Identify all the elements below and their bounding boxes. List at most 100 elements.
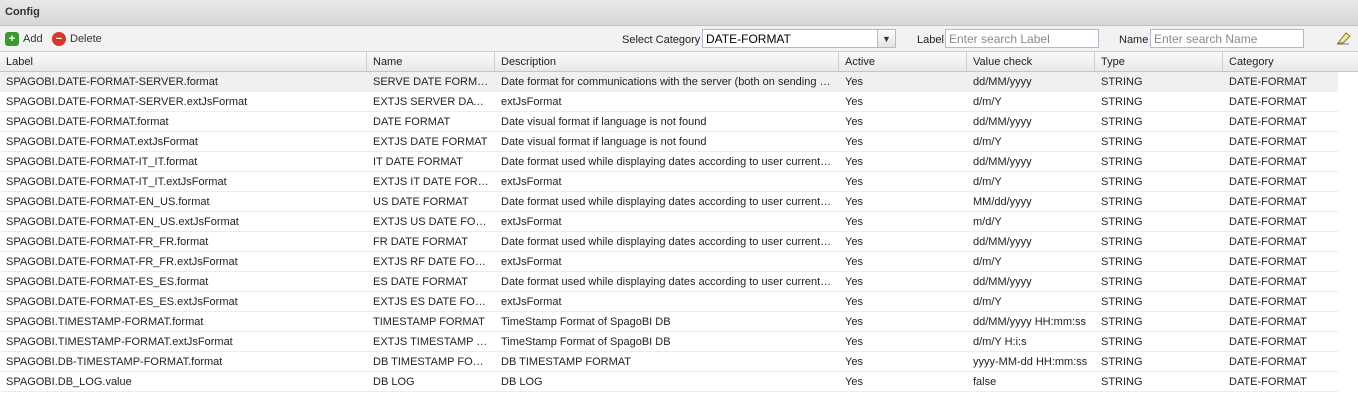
cell-value-check: dd/MM/yyyy <box>973 276 1032 288</box>
name-search-input[interactable] <box>1150 29 1304 48</box>
cell-category: DATE-FORMAT <box>1229 256 1307 268</box>
cell-active: Yes <box>845 76 863 88</box>
cell-value-check: d/m/Y <box>973 296 1002 308</box>
table-row[interactable]: SPAGOBI.DATE-FORMAT-FR_FR.extJsFormat EXT… <box>0 252 1338 272</box>
add-button-label: Add <box>23 33 43 45</box>
cell-type: STRING <box>1101 316 1143 328</box>
cell-label: SPAGOBI.TIMESTAMP-FORMAT.extJsFormat <box>6 336 233 348</box>
clear-filter-icon[interactable] <box>1336 31 1352 45</box>
cell-type: STRING <box>1101 156 1143 168</box>
cell-label: SPAGOBI.TIMESTAMP-FORMAT.format <box>6 316 204 328</box>
cell-category: DATE-FORMAT <box>1229 76 1307 88</box>
table-row[interactable]: SPAGOBI.DATE-FORMAT-IT_IT.extJsFormat EXT… <box>0 172 1338 192</box>
cell-category: DATE-FORMAT <box>1229 296 1307 308</box>
cell-category: DATE-FORMAT <box>1229 96 1307 108</box>
cell-label: SPAGOBI.DATE-FORMAT-SERVER.format <box>6 76 218 88</box>
table-row[interactable]: SPAGOBI.DATE-FORMAT-IT_IT.format IT DATE … <box>0 152 1338 172</box>
cell-description: Date format used while displaying dates … <box>501 236 839 248</box>
cell-value-check: m/d/Y <box>973 216 1002 228</box>
cell-description: TimeStamp Format of SpagoBI DB <box>501 336 671 348</box>
cell-description: DB TIMESTAMP FORMAT <box>501 356 631 368</box>
table-row[interactable]: SPAGOBI.DATE-FORMAT-ES_ES.format ES DATE … <box>0 272 1338 292</box>
cell-value-check: MM/dd/yyyy <box>973 196 1032 208</box>
cell-type: STRING <box>1101 216 1143 228</box>
cell-value-check: false <box>973 376 997 388</box>
config-panel: Config + Add − Delete Select Category DA… <box>0 0 1358 403</box>
cell-active: Yes <box>845 176 863 188</box>
table-row[interactable]: SPAGOBI.DATE-FORMAT-SERVER.format SERVE D… <box>0 72 1338 92</box>
table-row[interactable]: SPAGOBI.TIMESTAMP-FORMAT.extJsFormat EXTJ… <box>0 332 1338 352</box>
cell-description: Date format used while displaying dates … <box>501 156 839 168</box>
cell-label: SPAGOBI.DATE-FORMAT-SERVER.extJsFormat <box>6 96 248 108</box>
cell-name: EXTJS SERVER DATE FORMAT <box>373 96 495 108</box>
cell-name: DB LOG <box>373 376 415 388</box>
cell-description: TimeStamp Format of SpagoBI DB <box>501 316 671 328</box>
table-row[interactable]: SPAGOBI.DB-TIMESTAMP-FORMAT.format DB TIM… <box>0 352 1338 372</box>
cell-active: Yes <box>845 116 863 128</box>
label-search-input[interactable] <box>945 29 1099 48</box>
cell-name: EXTJS DATE FORMAT <box>373 136 488 148</box>
delete-button[interactable]: − Delete <box>52 31 102 47</box>
table-row[interactable]: SPAGOBI.DATE-FORMAT-FR_FR.format FR DATE … <box>0 232 1338 252</box>
cell-label: SPAGOBI.DATE-FORMAT.format <box>6 116 169 128</box>
cell-type: STRING <box>1101 336 1143 348</box>
cell-category: DATE-FORMAT <box>1229 316 1307 328</box>
cell-description: Date visual format if language is not fo… <box>501 116 707 128</box>
name-search-label: Name <box>1119 34 1149 46</box>
cell-category: DATE-FORMAT <box>1229 196 1307 208</box>
table-row[interactable]: SPAGOBI.DATE-FORMAT-EN_US.format US DATE … <box>0 192 1338 212</box>
cell-type: STRING <box>1101 196 1143 208</box>
cell-label: SPAGOBI.DATE-FORMAT-IT_IT.format <box>6 156 198 168</box>
table-row[interactable]: SPAGOBI.TIMESTAMP-FORMAT.format TIMESTAMP… <box>0 312 1338 332</box>
cell-name: EXTJS US DATE FORMAT <box>373 216 495 228</box>
column-header-label[interactable]: Label <box>0 52 367 71</box>
cell-category: DATE-FORMAT <box>1229 156 1307 168</box>
grid-body: SPAGOBI.DATE-FORMAT-SERVER.format SERVE D… <box>0 72 1358 392</box>
cell-label: SPAGOBI.DATE-FORMAT-EN_US.format <box>6 196 210 208</box>
add-button[interactable]: + Add <box>5 31 43 47</box>
column-header-type[interactable]: Type <box>1095 52 1223 71</box>
cell-type: STRING <box>1101 96 1143 108</box>
cell-name: IT DATE FORMAT <box>373 156 463 168</box>
cell-category: DATE-FORMAT <box>1229 136 1307 148</box>
cell-active: Yes <box>845 336 863 348</box>
cell-active: Yes <box>845 216 863 228</box>
column-header-value-check[interactable]: Value check <box>967 52 1095 71</box>
cell-value-check: d/m/Y <box>973 176 1002 188</box>
cell-name: ES DATE FORMAT <box>373 276 468 288</box>
cell-category: DATE-FORMAT <box>1229 216 1307 228</box>
table-row[interactable]: SPAGOBI.DATE-FORMAT-SERVER.extJsFormat EX… <box>0 92 1338 112</box>
column-header-category[interactable]: Category <box>1223 52 1358 71</box>
table-row[interactable]: SPAGOBI.DATE-FORMAT-EN_US.extJsFormat EXT… <box>0 212 1338 232</box>
cell-category: DATE-FORMAT <box>1229 116 1307 128</box>
column-header-description[interactable]: Description <box>495 52 839 71</box>
table-row[interactable]: SPAGOBI.DB_LOG.value DB LOG DB LOG Yes false… <box>0 372 1338 392</box>
cell-name: EXTJS ES DATE FORMAT <box>373 296 495 308</box>
cell-description: extJsFormat <box>501 96 562 108</box>
cell-type: STRING <box>1101 376 1143 388</box>
column-header-name[interactable]: Name <box>367 52 495 71</box>
table-row[interactable]: SPAGOBI.DATE-FORMAT.extJsFormat EXTJS DAT… <box>0 132 1338 152</box>
cell-type: STRING <box>1101 176 1143 188</box>
table-row[interactable]: SPAGOBI.DATE-FORMAT.format DATE FORMAT Dat… <box>0 112 1338 132</box>
cell-name: TIMESTAMP FORMAT <box>373 316 485 328</box>
cell-description: Date format for communications with the … <box>501 76 839 88</box>
cell-active: Yes <box>845 356 863 368</box>
cell-label: SPAGOBI.DB_LOG.value <box>6 376 132 388</box>
cell-value-check: dd/MM/yyyy <box>973 76 1032 88</box>
cell-active: Yes <box>845 136 863 148</box>
chevron-down-icon[interactable]: ▼ <box>877 30 895 47</box>
toolbar: + Add − Delete Select Category DATE-FORM… <box>0 26 1358 52</box>
table-row[interactable]: SPAGOBI.DATE-FORMAT-ES_ES.extJsFormat EXT… <box>0 292 1338 312</box>
cell-type: STRING <box>1101 136 1143 148</box>
cell-description: DB LOG <box>501 376 543 388</box>
cell-description: extJsFormat <box>501 216 562 228</box>
category-select-value: DATE-FORMAT <box>706 32 791 46</box>
cell-category: DATE-FORMAT <box>1229 336 1307 348</box>
cell-value-check: dd/MM/yyyy <box>973 156 1032 168</box>
column-header-active[interactable]: Active <box>839 52 967 71</box>
cell-label: SPAGOBI.DATE-FORMAT-FR_FR.extJsFormat <box>6 256 238 268</box>
cell-active: Yes <box>845 196 863 208</box>
category-select[interactable]: DATE-FORMAT ▼ <box>702 29 896 48</box>
cell-value-check: dd/MM/yyyy HH:mm:ss <box>973 316 1087 328</box>
